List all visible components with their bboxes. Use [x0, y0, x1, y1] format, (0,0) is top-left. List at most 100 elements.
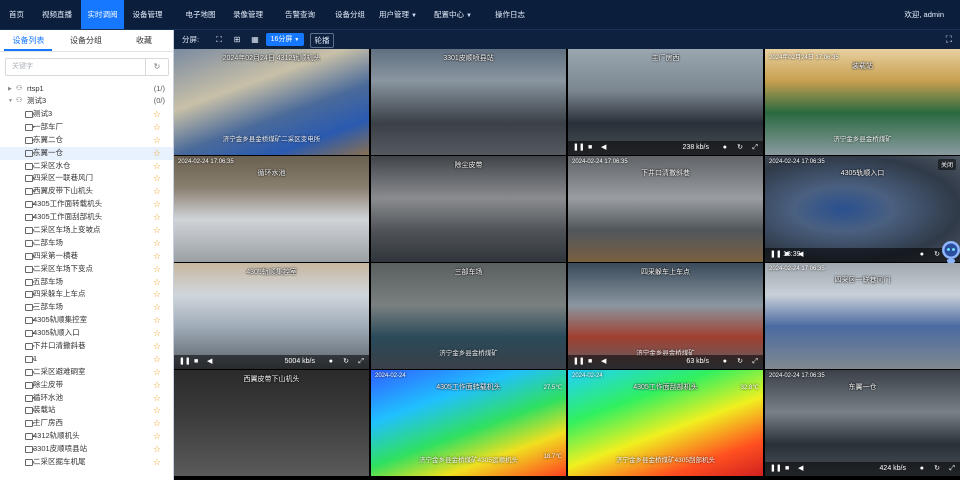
nav-item-6[interactable]: 告警查询: [274, 0, 326, 29]
device-item[interactable]: 主厂房西 ☆: [0, 417, 173, 430]
star-icon[interactable]: ☆: [153, 198, 161, 211]
nav-item-2[interactable]: 实时调阅: [81, 0, 124, 29]
fullscreen-split-icon[interactable]: ⛶: [212, 33, 226, 46]
video-cell[interactable]: 2024-02-24 4305工作面转载机头 济宁金乡县金桥煤矿4305运顺机头 27…: [371, 370, 566, 476]
device-item[interactable]: 东翼一仓 ☆: [0, 146, 173, 160]
volume-icon[interactable]: ◀: [601, 141, 606, 155]
nav-item-8[interactable]: 用户管理 ▼: [374, 0, 422, 29]
device-item[interactable]: 4312轨顺机头 ☆: [0, 430, 173, 443]
device-item[interactable]: 4305工作面刮部机头 ☆: [0, 211, 173, 224]
tree-group-rtsp1[interactable]: ▶ ⚇ rtsp1 (1/): [0, 83, 173, 95]
star-icon[interactable]: ☆: [153, 237, 161, 250]
star-icon[interactable]: ☆: [153, 211, 161, 224]
expand-icon[interactable]: ⤢: [752, 355, 758, 369]
video-cell[interactable]: 除尘皮带: [371, 156, 566, 262]
star-icon[interactable]: ☆: [153, 121, 161, 134]
star-icon[interactable]: ☆: [153, 366, 161, 379]
video-cell[interactable]: 西翼皮带下山机头: [174, 370, 369, 476]
star-icon[interactable]: ☆: [153, 301, 161, 314]
pause-icon[interactable]: ❚❚: [770, 462, 782, 476]
star-icon[interactable]: ☆: [153, 224, 161, 237]
star-icon[interactable]: ☆: [153, 250, 161, 263]
collapse-arrow-icon[interactable]: ▼: [8, 95, 13, 107]
pause-icon[interactable]: ❚❚: [573, 141, 585, 155]
video-cell[interactable]: 2024-02-24 17:06:35 4305轨顺入口 关闭 ❚❚ ■ ◀ 18:39 ● ↻…: [765, 156, 960, 262]
star-icon[interactable]: ☆: [153, 147, 161, 160]
star-icon[interactable]: ☆: [153, 392, 161, 405]
nav-item-1[interactable]: 视频直播: [33, 0, 81, 29]
split-select[interactable]: 16分屏 ▼: [266, 33, 304, 46]
video-cell[interactable]: 2024-02-24 17:06:35 下井口清撒斜巷: [568, 156, 763, 262]
star-icon[interactable]: ☆: [153, 288, 161, 301]
stop-icon[interactable]: ■: [588, 355, 592, 369]
expand-icon[interactable]: ⤢: [752, 141, 758, 155]
user-greeting[interactable]: 欢迎, admin: [904, 0, 944, 29]
video-cell[interactable]: 2024-02-24 17:06:35 循环水池: [174, 156, 369, 262]
tab-device-list[interactable]: 设备列表: [0, 30, 57, 51]
video-cell[interactable]: 四采躲车上车点 济宁金乡县金桥煤矿 ❚❚ ■ ◀ 63 kb/s ● ↻ ⤢: [568, 263, 763, 369]
search-input[interactable]: [6, 59, 147, 73]
star-icon[interactable]: ☆: [153, 404, 161, 417]
star-icon[interactable]: ☆: [153, 379, 161, 392]
expand-icon[interactable]: ⤢: [949, 462, 955, 476]
pause-icon[interactable]: ❚❚: [770, 248, 782, 262]
nav-item-0[interactable]: 首页: [0, 0, 33, 29]
tree-group-test3[interactable]: ▼ ⚇ 测试3 (0/): [0, 95, 173, 107]
stop-icon[interactable]: ■: [588, 141, 592, 155]
stop-icon[interactable]: ■: [194, 355, 198, 369]
device-item[interactable]: 西翼皮带下山机头 ☆: [0, 185, 173, 198]
assistant-robot-icon[interactable]: [940, 238, 960, 264]
device-item[interactable]: 四采躲车上车点 ☆: [0, 288, 173, 301]
star-icon[interactable]: ☆: [153, 417, 161, 430]
device-item[interactable]: 装载站 ☆: [0, 404, 173, 417]
star-icon[interactable]: ☆: [153, 108, 161, 121]
video-cell[interactable]: 2024-02-24 4305工作面刮部机头 济宁金乡县金桥煤矿4305刮部机头 32…: [568, 370, 763, 476]
nav-item-7[interactable]: 设备分组: [326, 0, 374, 29]
star-icon[interactable]: ☆: [153, 160, 161, 173]
video-cell[interactable]: 主厂房西 ❚❚ ■ ◀ 238 kb/s ● ↻ ⤢: [568, 49, 763, 155]
snapshot-icon[interactable]: ●: [329, 355, 333, 369]
video-cell[interactable]: 2024年02月24日 17:06:35 装载站 济宁金乡县金桥煤矿: [765, 49, 960, 155]
star-icon[interactable]: ☆: [153, 340, 161, 353]
device-item[interactable]: 四采区一联巷风门 ☆: [0, 172, 173, 185]
grid-4-icon[interactable]: ⊞: [230, 33, 244, 46]
star-icon[interactable]: ☆: [153, 443, 161, 456]
nav-item-3[interactable]: 设备管理: [124, 0, 171, 29]
video-cell[interactable]: 4305轨顺集控室 ❚❚ ■ ◀ 5004 kb/s ● ↻ ⤢: [174, 263, 369, 369]
snapshot-icon[interactable]: ●: [920, 462, 924, 476]
refresh-icon[interactable]: ↻: [934, 462, 940, 476]
star-icon[interactable]: ☆: [153, 276, 161, 289]
refresh-icon[interactable]: ↻: [737, 355, 743, 369]
stop-icon[interactable]: ■: [785, 462, 789, 476]
refresh-icon[interactable]: ↻: [145, 59, 168, 75]
expand-icon[interactable]: ⤢: [358, 355, 364, 369]
close-button[interactable]: 关闭: [937, 159, 956, 170]
device-item[interactable]: 下井口清撒斜巷 ☆: [0, 340, 173, 353]
nav-item-10[interactable]: 操作日志: [484, 0, 536, 29]
refresh-icon[interactable]: ↻: [737, 141, 743, 155]
device-item[interactable]: 测试3 ☆: [0, 108, 173, 121]
expand-arrow-icon[interactable]: ▶: [8, 83, 12, 95]
tab-device-group[interactable]: 设备分组: [57, 30, 115, 51]
star-icon[interactable]: ☆: [153, 353, 161, 366]
device-item[interactable]: 1 ☆: [0, 353, 173, 366]
device-item[interactable]: 二采区水仓 ☆: [0, 160, 173, 173]
device-item[interactable]: 二采区车场下变点 ☆: [0, 263, 173, 276]
volume-icon[interactable]: ◀: [601, 355, 606, 369]
device-item[interactable]: 二采区避难硐室 ☆: [0, 366, 173, 379]
pause-icon[interactable]: ❚❚: [573, 355, 585, 369]
snapshot-icon[interactable]: ●: [723, 141, 727, 155]
nav-item-4[interactable]: 电子地图: [179, 0, 222, 29]
nav-item-5[interactable]: 录像管理: [222, 0, 274, 29]
volume-icon[interactable]: ◀: [207, 355, 212, 369]
snapshot-icon[interactable]: ●: [723, 355, 727, 369]
device-item[interactable]: 一部车厂 ☆: [0, 121, 173, 134]
device-item[interactable]: 三部车场 ☆: [0, 301, 173, 314]
device-item[interactable]: 3301皮顺喷县站 ☆: [0, 443, 173, 456]
device-item[interactable]: 二采区掘车机尾 ☆: [0, 456, 173, 469]
carousel-button[interactable]: 轮播: [310, 33, 334, 48]
volume-icon[interactable]: ◀: [798, 462, 803, 476]
device-item[interactable]: 4305工作面转载机头 ☆: [0, 198, 173, 211]
star-icon[interactable]: ☆: [153, 172, 161, 185]
grid-9-icon[interactable]: ▦: [248, 33, 262, 46]
